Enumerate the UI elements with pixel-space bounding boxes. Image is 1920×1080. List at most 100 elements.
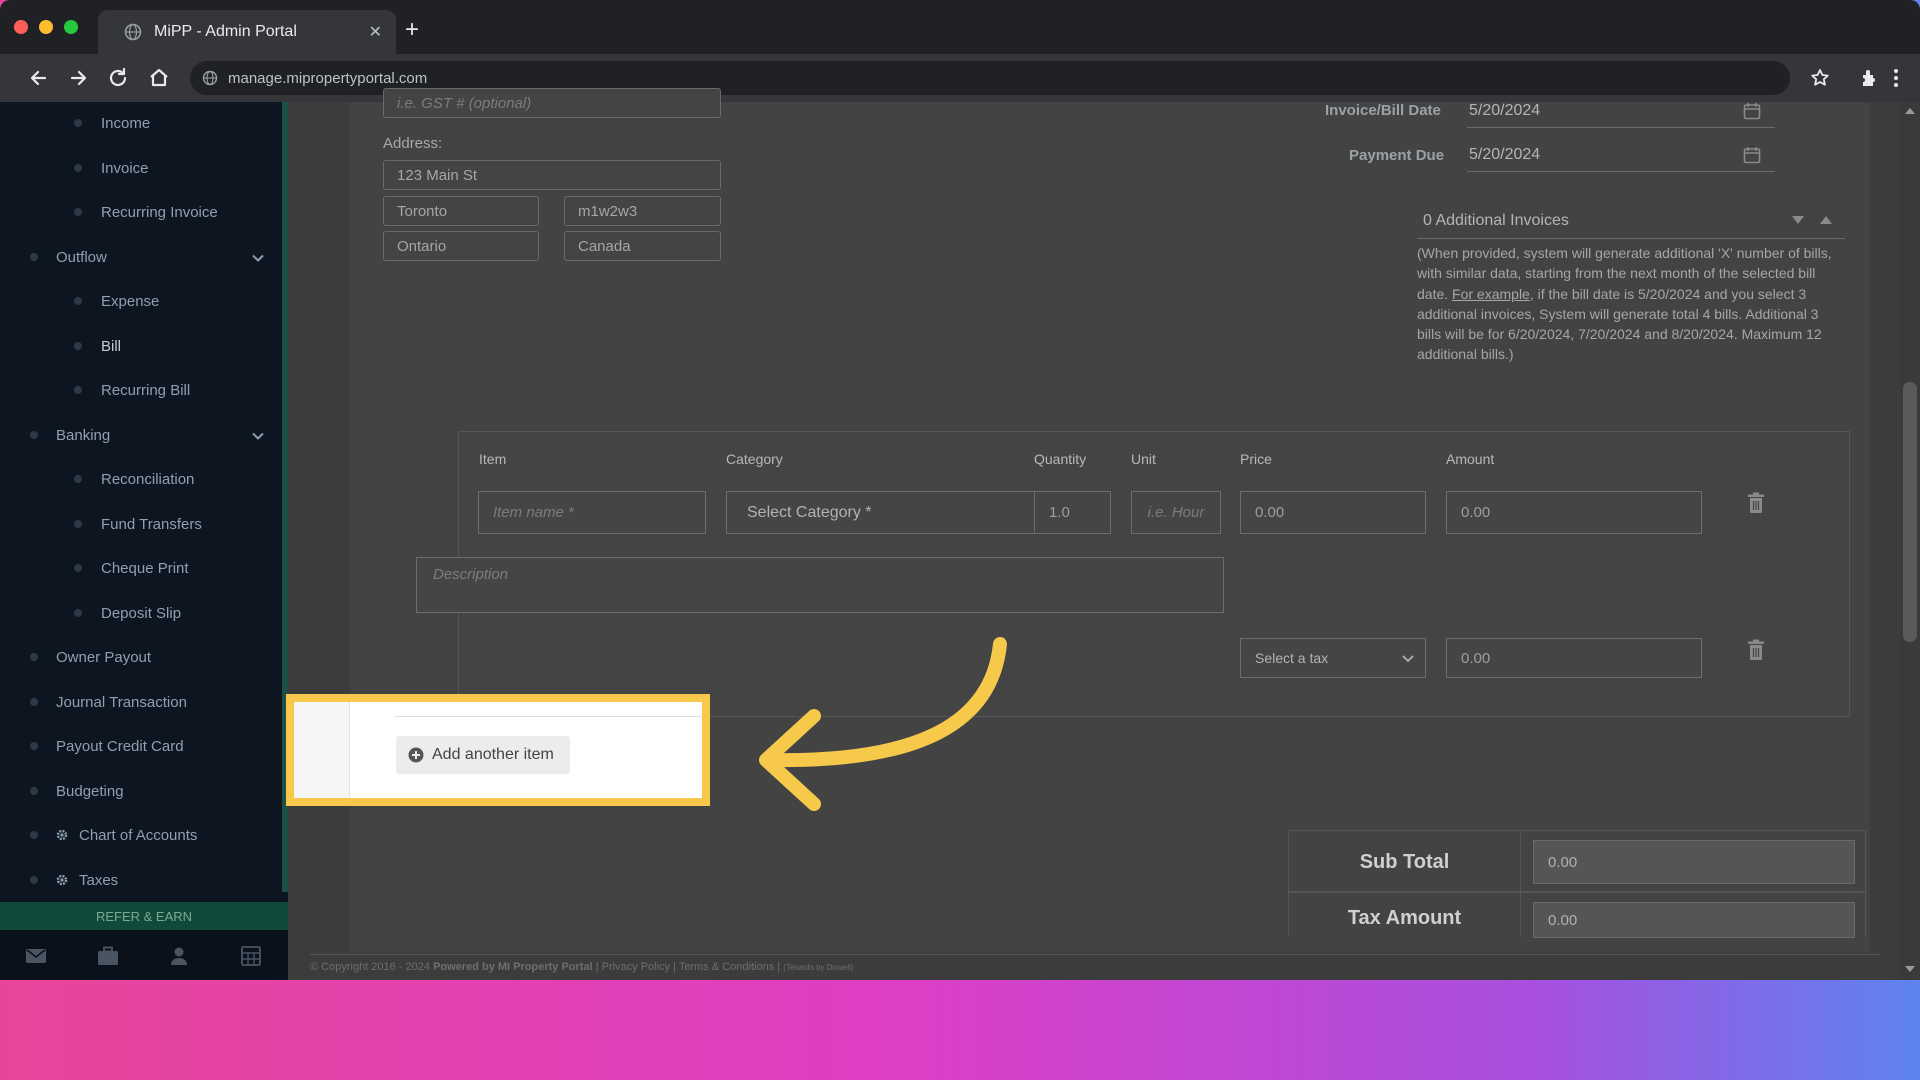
mail-icon[interactable] — [25, 946, 47, 966]
new-tab-button[interactable]: + — [405, 16, 419, 44]
highlight-divider — [395, 716, 702, 717]
sidebar-item-fund-transfers[interactable]: Fund Transfers — [0, 506, 282, 542]
payment-due-value: 5/20/2024 — [1469, 145, 1541, 163]
caret-down-icon[interactable] — [1791, 214, 1805, 226]
bullet-dot — [74, 609, 82, 617]
sidebar-item-label: Invoice — [101, 159, 149, 177]
tax-amount-row: Tax Amount 0.00 — [1288, 892, 1866, 938]
item-name-input[interactable]: Item name * — [478, 491, 706, 534]
bullet-dot — [74, 520, 82, 528]
bullet-dot — [74, 475, 82, 483]
category-value: Select Category * — [747, 503, 872, 521]
close-window-button[interactable] — [14, 20, 28, 34]
user-icon[interactable] — [168, 946, 190, 966]
category-select[interactable]: Select Category * — [726, 491, 1078, 534]
postal-code-input[interactable]: m1w2w3 — [564, 196, 721, 226]
subtotal-label: Sub Total — [1289, 831, 1521, 893]
home-icon[interactable] — [145, 64, 173, 92]
scroll-up-icon[interactable] — [1904, 106, 1916, 116]
tab-title: MiPP - Admin Portal — [154, 23, 297, 40]
sidebar-item-chart-of-accounts[interactable]: Chart of Accounts — [0, 817, 282, 853]
caret-up-icon[interactable] — [1819, 214, 1833, 226]
additional-invoices-value: 0 Additional Invoices — [1423, 211, 1569, 229]
tax-amount-label: Tax Amount — [1289, 893, 1521, 937]
scroll-down-icon[interactable] — [1904, 964, 1916, 974]
calendar-icon[interactable] — [1743, 146, 1761, 164]
sidebar-item-label: Budgeting — [56, 782, 124, 800]
scrollbar-thumb[interactable] — [1903, 382, 1917, 642]
chevron-down-icon — [252, 254, 264, 262]
price-input[interactable]: 0.00 — [1240, 491, 1426, 534]
description-textarea[interactable]: Description — [416, 557, 1224, 613]
sidebar-item-label: Income — [101, 114, 151, 132]
sidebar-item-bill[interactable]: Bill — [0, 328, 282, 364]
bill-date-input[interactable]: 5/20/2024 — [1467, 94, 1775, 128]
unit-input[interactable]: i.e. Hour — [1131, 491, 1221, 534]
sidebar-item-label: Journal Transaction — [56, 693, 187, 711]
quantity-input[interactable]: 1.0 — [1034, 491, 1111, 534]
bullet-dot — [74, 297, 82, 305]
close-tab-icon[interactable]: ✕ — [369, 22, 382, 42]
sidebar-item-expense[interactable]: Expense — [0, 283, 282, 319]
sidebar-item-label: Reconciliation — [101, 470, 195, 488]
site-info-icon[interactable] — [202, 70, 218, 86]
copyright-text: © Copyright 2016 - 2024 — [310, 961, 431, 973]
footer-links[interactable]: | Privacy Policy | Terms & Conditions | — [596, 961, 780, 973]
sidebar-item-taxes[interactable]: Taxes — [0, 862, 282, 898]
sidebar-item-owner-payout[interactable]: Owner Payout — [0, 639, 282, 675]
browser-menu-icon[interactable] — [1890, 66, 1902, 90]
gst-input[interactable]: i.e. GST # (optional) — [383, 88, 721, 118]
globe-icon — [124, 23, 142, 41]
sidebar-item-income[interactable]: Income — [0, 105, 282, 141]
powered-by-link[interactable]: Powered by MI Property Portal — [433, 961, 593, 973]
sidebar-item-cheque-print[interactable]: Cheque Print — [0, 550, 282, 586]
amount-input[interactable]: 0.00 — [1446, 491, 1702, 534]
minimize-window-button[interactable] — [39, 20, 53, 34]
sidebar-item-label: Chart of Accounts — [79, 826, 198, 844]
province-input[interactable]: Ontario — [383, 231, 539, 261]
trash-icon[interactable] — [1747, 492, 1765, 514]
bookmark-star-icon[interactable] — [1808, 66, 1832, 90]
payment-due-input[interactable]: 5/20/2024 — [1467, 138, 1775, 172]
tax-select[interactable]: Select a tax — [1240, 638, 1426, 678]
bullet-dot — [74, 208, 82, 216]
trash-icon[interactable] — [1747, 639, 1765, 661]
bill-date-value: 5/20/2024 — [1469, 101, 1541, 119]
sidebar-item-recurring-bill[interactable]: Recurring Bill — [0, 372, 282, 408]
sidebar-item-outflow[interactable]: Outflow — [0, 239, 282, 275]
refer-and-earn-button[interactable]: REFER & EARN — [0, 902, 288, 930]
sidebar-item-banking[interactable]: Banking — [0, 417, 282, 453]
subtotal-value: 0.00 — [1533, 840, 1855, 884]
country-input[interactable]: Canada — [564, 231, 721, 261]
for-example-link[interactable]: For example — [1452, 286, 1530, 302]
additional-invoices-spinner[interactable]: 0 Additional Invoices — [1417, 203, 1845, 239]
calendar-icon[interactable] — [1743, 102, 1761, 120]
sidebar-item-budgeting[interactable]: Budgeting — [0, 773, 282, 809]
back-icon[interactable] — [25, 64, 53, 92]
sidebar-item-reconciliation[interactable]: Reconciliation — [0, 461, 282, 497]
add-another-item-button[interactable]: Add another item — [396, 736, 570, 774]
sidebar-item-label: Banking — [56, 426, 111, 444]
briefcase-icon[interactable] — [97, 946, 119, 966]
sidebar-item-invoice[interactable]: Invoice — [0, 150, 282, 186]
url-text: manage.mipropertyportal.com — [228, 69, 428, 87]
reload-icon[interactable] — [104, 64, 132, 92]
sidebar-item-deposit-slip[interactable]: Deposit Slip — [0, 595, 282, 631]
extensions-puzzle-icon[interactable] — [1858, 66, 1882, 90]
bullet-dot — [30, 742, 38, 750]
unit-placeholder: i.e. Hour — [1147, 504, 1205, 521]
forward-icon[interactable] — [64, 64, 92, 92]
sidebar-item-label: Cheque Print — [101, 559, 189, 577]
city-input[interactable]: Toronto — [383, 196, 539, 226]
annotation-arrow-icon — [759, 637, 1007, 811]
sidebar-item-payout-credit-card[interactable]: Payout Credit Card — [0, 728, 282, 764]
sidebar-item-recurring-invoice[interactable]: Recurring Invoice — [0, 194, 282, 230]
bullet-dot — [30, 698, 38, 706]
browser-tab[interactable]: MiPP - Admin Portal ✕ — [98, 10, 396, 54]
sidebar-item-journal-transaction[interactable]: Journal Transaction — [0, 684, 282, 720]
tax-amount-input[interactable]: 0.00 — [1446, 638, 1702, 678]
unit-column-header: Unit — [1131, 451, 1156, 467]
street-input[interactable]: 123 Main St — [383, 160, 721, 190]
maximize-window-button[interactable] — [64, 20, 78, 34]
calculator-icon[interactable] — [240, 946, 262, 966]
